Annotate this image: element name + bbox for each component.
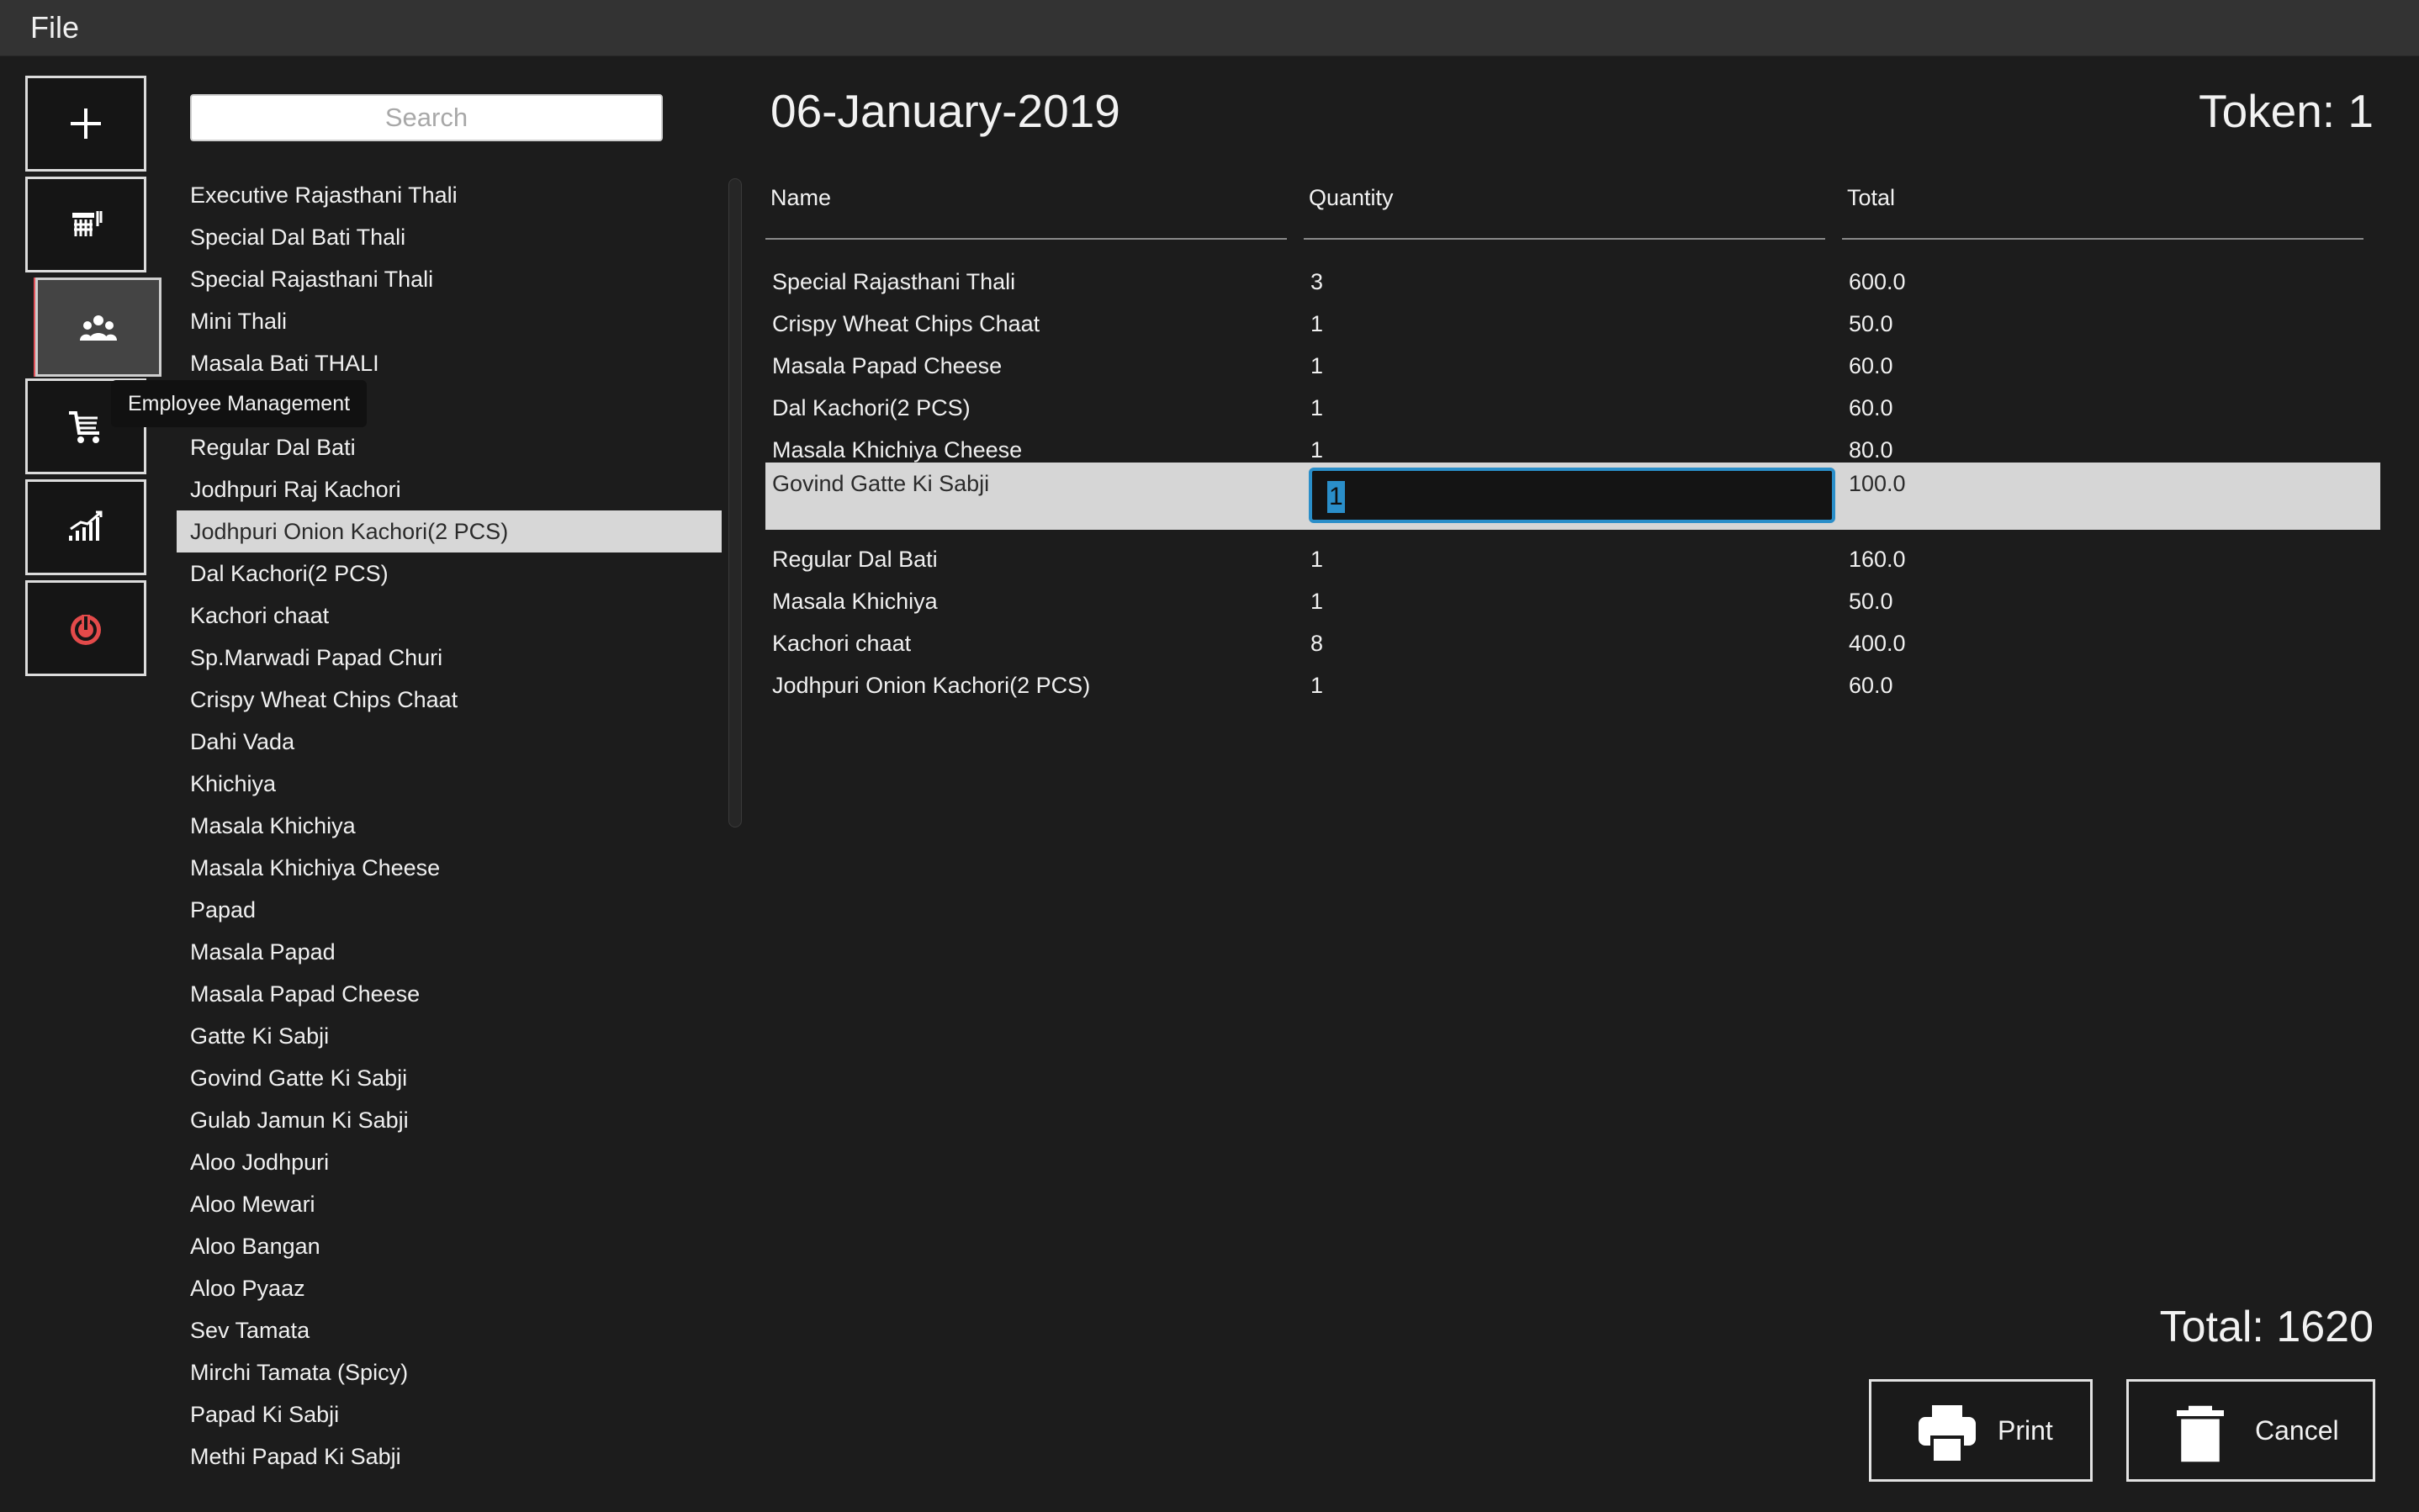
cell-total: 50.0 bbox=[1849, 311, 1893, 336]
cell-quantity: 1 bbox=[1310, 395, 1324, 420]
list-scrollbar-thumb[interactable] bbox=[728, 178, 742, 827]
employee-management-button[interactable] bbox=[35, 278, 161, 377]
menu-file[interactable]: File bbox=[30, 10, 79, 45]
list-item[interactable]: Govind Gatte Ki Sabji bbox=[177, 1057, 722, 1099]
menu-items-list: Executive Rajasthani Thali Special Dal Ba… bbox=[177, 174, 722, 1476]
token-number: Token: 1 bbox=[2199, 85, 2374, 137]
list-item[interactable]: Aloo Mewari bbox=[177, 1183, 722, 1225]
list-item[interactable]: Papad Ki Sabji bbox=[177, 1393, 722, 1435]
list-item[interactable]: Aloo Jodhpuri bbox=[177, 1141, 722, 1183]
cell-quantity: 1 bbox=[1310, 547, 1324, 572]
list-item[interactable]: Masala Papad bbox=[177, 931, 722, 973]
cell-total: 100.0 bbox=[1849, 471, 1906, 496]
add-button[interactable] bbox=[25, 76, 146, 172]
table-row[interactable]: Masala Papad Cheese 1 60.0 bbox=[765, 345, 2380, 387]
list-item[interactable]: Masala Khichiya bbox=[177, 805, 722, 847]
table-row[interactable]: Jodhpuri Onion Kachori(2 PCS) 1 60.0 bbox=[765, 664, 2380, 706]
column-divider bbox=[1304, 238, 1825, 240]
list-item[interactable]: Aloo Bangan bbox=[177, 1225, 722, 1267]
cell-quantity: 3 bbox=[1310, 269, 1324, 294]
order-date: 06-January-2019 bbox=[770, 85, 1120, 137]
cell-quantity: 1 bbox=[1310, 311, 1324, 336]
table-row[interactable]: Kachori chaat 8 400.0 bbox=[765, 622, 2380, 664]
list-item[interactable]: Aloo Pyaaz bbox=[177, 1267, 722, 1309]
grand-total: Total: 1620 bbox=[2159, 1303, 2374, 1351]
list-item[interactable]: Sp.Marwadi Papad Churi bbox=[177, 637, 722, 679]
cell-name: Special Rajasthani Thali bbox=[772, 269, 1016, 294]
column-header-total[interactable]: Total bbox=[1847, 185, 1895, 211]
cancel-button[interactable]: Cancel bbox=[2126, 1379, 2375, 1482]
list-item[interactable]: Masala Papad Cheese bbox=[177, 973, 722, 1015]
menu-bar: File bbox=[0, 0, 2419, 56]
cell-total: 50.0 bbox=[1849, 589, 1893, 614]
trash-icon bbox=[2177, 1405, 2224, 1462]
cancel-label: Cancel bbox=[2255, 1415, 2339, 1446]
food-menu-icon bbox=[72, 211, 103, 236]
table-row[interactable]: Dal Kachori(2 PCS) 1 60.0 bbox=[765, 387, 2380, 429]
quantity-edit-field[interactable]: 1 bbox=[1309, 468, 1835, 523]
list-item[interactable]: Mini Thali bbox=[177, 300, 722, 342]
list-item[interactable]: Gulab Jamun Ki Sabji bbox=[177, 1099, 722, 1141]
menu-management-button[interactable] bbox=[25, 177, 146, 272]
list-item[interactable]: Sev Tamata bbox=[177, 1309, 722, 1351]
cell-name: Crispy Wheat Chips Chaat bbox=[772, 311, 1040, 336]
list-item[interactable]: Executive Rajasthani Thali bbox=[177, 174, 722, 216]
cell-total: 60.0 bbox=[1849, 353, 1893, 378]
cell-quantity: 1 bbox=[1310, 353, 1324, 378]
list-item[interactable]: Masala Khichiya Cheese bbox=[177, 847, 722, 889]
list-item[interactable]: Special Rajasthani Thali bbox=[177, 258, 722, 300]
cell-name: Dal Kachori(2 PCS) bbox=[772, 395, 971, 420]
list-item[interactable]: Gatte Ki Sabji bbox=[177, 1015, 722, 1057]
list-item[interactable]: Mirchi Tamata (Spicy) bbox=[177, 1351, 722, 1393]
quantity-edit-value: 1 bbox=[1327, 481, 1345, 513]
cell-quantity: 1 bbox=[1310, 673, 1324, 698]
print-button[interactable]: Print bbox=[1869, 1379, 2093, 1482]
list-item[interactable]: Dahi Vada bbox=[177, 721, 722, 763]
list-item[interactable]: Regular Dal Bati bbox=[177, 426, 722, 468]
list-item[interactable]: Masala Bati THALI bbox=[177, 342, 722, 384]
cell-total: 60.0 bbox=[1849, 395, 1893, 420]
column-header-name[interactable]: Name bbox=[770, 185, 831, 211]
list-item[interactable]: Jodhpuri Onion Kachori(2 PCS) bbox=[177, 510, 722, 552]
cell-name: Masala Papad Cheese bbox=[772, 353, 1003, 378]
cart-icon bbox=[69, 411, 99, 443]
search-input[interactable] bbox=[190, 94, 663, 141]
employees-icon bbox=[80, 315, 117, 341]
list-item[interactable]: Methi Papad Ki Sabji bbox=[177, 1435, 722, 1476]
cell-total: 600.0 bbox=[1849, 269, 1906, 294]
list-item[interactable]: Papad bbox=[177, 889, 722, 931]
cell-total: 160.0 bbox=[1849, 547, 1906, 572]
table-row[interactable]: Masala Khichiya 1 50.0 bbox=[765, 580, 2380, 622]
cell-total: 400.0 bbox=[1849, 631, 1906, 656]
plus-icon bbox=[71, 108, 101, 139]
power-button[interactable] bbox=[25, 580, 146, 676]
cell-quantity: 1 bbox=[1310, 589, 1324, 614]
cell-quantity: 8 bbox=[1310, 631, 1324, 656]
printer-icon bbox=[1919, 1405, 1976, 1461]
table-row[interactable]: Govind Gatte Ki Sabji 1 100.0 bbox=[765, 463, 2380, 530]
tooltip: Employee Management bbox=[111, 380, 368, 427]
reports-button[interactable] bbox=[25, 479, 146, 575]
print-label: Print bbox=[1998, 1415, 2053, 1446]
list-item[interactable]: Crispy Wheat Chips Chaat bbox=[177, 679, 722, 721]
cell-name: Govind Gatte Ki Sabji bbox=[772, 471, 990, 496]
column-divider bbox=[765, 238, 1287, 240]
list-item[interactable]: Jodhpuri Raj Kachori bbox=[177, 468, 722, 510]
table-row[interactable]: Special Rajasthani Thali 3 600.0 bbox=[765, 261, 2380, 303]
list-item[interactable]: Khichiya bbox=[177, 763, 722, 805]
cell-name: Masala Khichiya bbox=[772, 589, 938, 614]
power-icon bbox=[71, 615, 101, 645]
cell-name: Regular Dal Bati bbox=[772, 547, 938, 572]
cell-total: 60.0 bbox=[1849, 673, 1893, 698]
list-item[interactable]: Kachori chaat bbox=[177, 595, 722, 637]
cell-name: Kachori chaat bbox=[772, 631, 912, 656]
column-header-quantity[interactable]: Quantity bbox=[1309, 185, 1394, 211]
list-item[interactable]: Dal Kachori(2 PCS) bbox=[177, 552, 722, 595]
cell-name: Jodhpuri Onion Kachori(2 PCS) bbox=[772, 673, 1091, 698]
table-row[interactable]: Crispy Wheat Chips Chaat 1 50.0 bbox=[765, 303, 2380, 345]
chart-icon bbox=[69, 510, 103, 541]
table-row[interactable]: Regular Dal Bati 1 160.0 bbox=[765, 538, 2380, 580]
list-item[interactable]: Special Dal Bati Thali bbox=[177, 216, 722, 258]
column-divider bbox=[1842, 238, 2363, 240]
